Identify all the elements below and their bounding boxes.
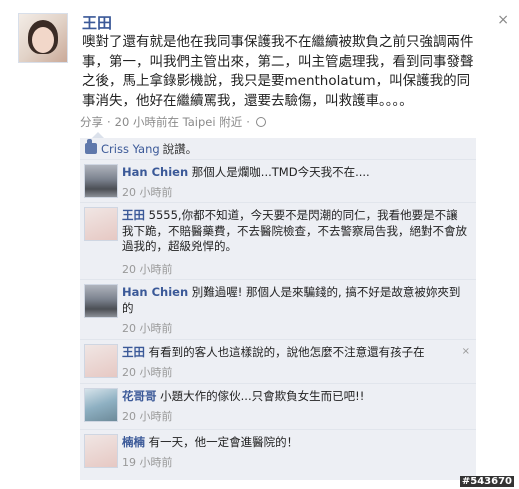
comment-item: 花哥哥 小題大作的傢伙...只會欺負女生而已吧!! 20 小時前 (80, 384, 476, 430)
post-body-text: 噢對了還有就是他在我同事保護我不在繼續被欺負之前只強調兩件事，第一，叫我們主管出… (82, 34, 474, 109)
comment-item: 楠楠 有一天，他一定會進醫院的！ 19 小時前 (80, 430, 476, 480)
comment-item: 王田 有看到的客人也這樣說的，說他怎麼不注意還有孩子在 20 小時前 × (80, 340, 476, 384)
comment-avatar[interactable] (84, 434, 118, 468)
image-id-watermark: #543670 (459, 476, 514, 487)
meta-separator-2: · (246, 115, 250, 129)
comment-time[interactable]: 20 小時前 (122, 261, 173, 277)
comment-close-icon[interactable]: × (462, 346, 470, 357)
comment-author[interactable]: 王田 (122, 345, 145, 359)
comment-time[interactable]: 20 小時前 (122, 408, 173, 424)
comment-author[interactable]: Han Chien (122, 165, 188, 179)
author-avatar[interactable] (18, 13, 68, 63)
close-icon[interactable]: × (497, 12, 509, 28)
meta-separator: · (107, 115, 111, 129)
thumbs-up-icon (85, 139, 97, 154)
feedback-panel: Criss Yang 說讚。 Han Chien 那個人是爛咖...TMD今天我… (80, 138, 476, 480)
comment-text: 有一天，他一定會進醫院的！ (148, 435, 299, 449)
comment-item: Han Chien 那個人是爛咖...TMD今天我不在.... 20 小時前 (80, 160, 476, 203)
comment-avatar[interactable] (84, 284, 118, 318)
comment-avatar[interactable] (84, 344, 118, 378)
comment-text: 那個人是爛咖...TMD今天我不在.... (191, 165, 370, 179)
comment-body: Han Chien 別難過喔! 那個人是來騙錢的, 搞不好是故意被妳夾到的 (122, 285, 467, 316)
post-author-name[interactable]: 王田 (82, 12, 112, 33)
like-summary: Criss Yang 說讚。 (80, 138, 476, 160)
comment-body: 花哥哥 小題大作的傢伙...只會欺負女生而已吧!! (122, 389, 467, 405)
comment-text: 有看到的客人也這樣說的，說他怎麼不注意還有孩子在 (148, 345, 425, 359)
comment-time[interactable]: 20 小時前 (122, 364, 173, 380)
liker-name[interactable]: Criss Yang (101, 142, 160, 156)
comment-body: Han Chien 那個人是爛咖...TMD今天我不在.... (122, 165, 467, 181)
post-meta: 分享 · 20 小時前在 Taipei 附近 · (80, 114, 266, 130)
comment-time[interactable]: 20 小時前 (122, 320, 173, 336)
comment-body: 楠楠 有一天，他一定會進醫院的！ (122, 435, 467, 451)
post-timestamp[interactable]: 20 小時前在 Taipei 附近 (115, 114, 243, 130)
comment-author[interactable]: 王田 (122, 208, 145, 222)
comment-avatar[interactable] (84, 388, 118, 422)
comment-author[interactable]: 楠楠 (122, 435, 145, 449)
comment-author[interactable]: 花哥哥 (122, 389, 157, 403)
comment-avatar[interactable] (84, 207, 118, 241)
share-link[interactable]: 分享 (80, 114, 103, 130)
comment-text: 5555,你都不知道，今天要不是閃潮的同仁，我看他要是不讓我下跪，不賠醫藥費，不… (122, 208, 467, 253)
comment-avatar[interactable] (84, 164, 118, 198)
comment-item: 王田 5555,你都不知道，今天要不是閃潮的同仁，我看他要是不讓我下跪，不賠醫藥… (80, 203, 476, 280)
comment-author[interactable]: Han Chien (122, 285, 188, 299)
comment-text: 小題大作的傢伙...只會欺負女生而已吧!! (160, 389, 365, 403)
comment-body: 王田 有看到的客人也這樣說的，說他怎麼不注意還有孩子在 (122, 345, 452, 361)
comment-item: Han Chien 別難過喔! 那個人是來騙錢的, 搞不好是故意被妳夾到的 20… (80, 280, 476, 340)
globe-icon (255, 117, 266, 127)
like-text: 說讚。 (162, 141, 198, 156)
comment-body: 王田 5555,你都不知道，今天要不是閃潮的同仁，我看他要是不讓我下跪，不賠醫藥… (122, 208, 467, 255)
comment-time[interactable]: 19 小時前 (122, 454, 173, 470)
comment-time[interactable]: 20 小時前 (122, 184, 173, 200)
